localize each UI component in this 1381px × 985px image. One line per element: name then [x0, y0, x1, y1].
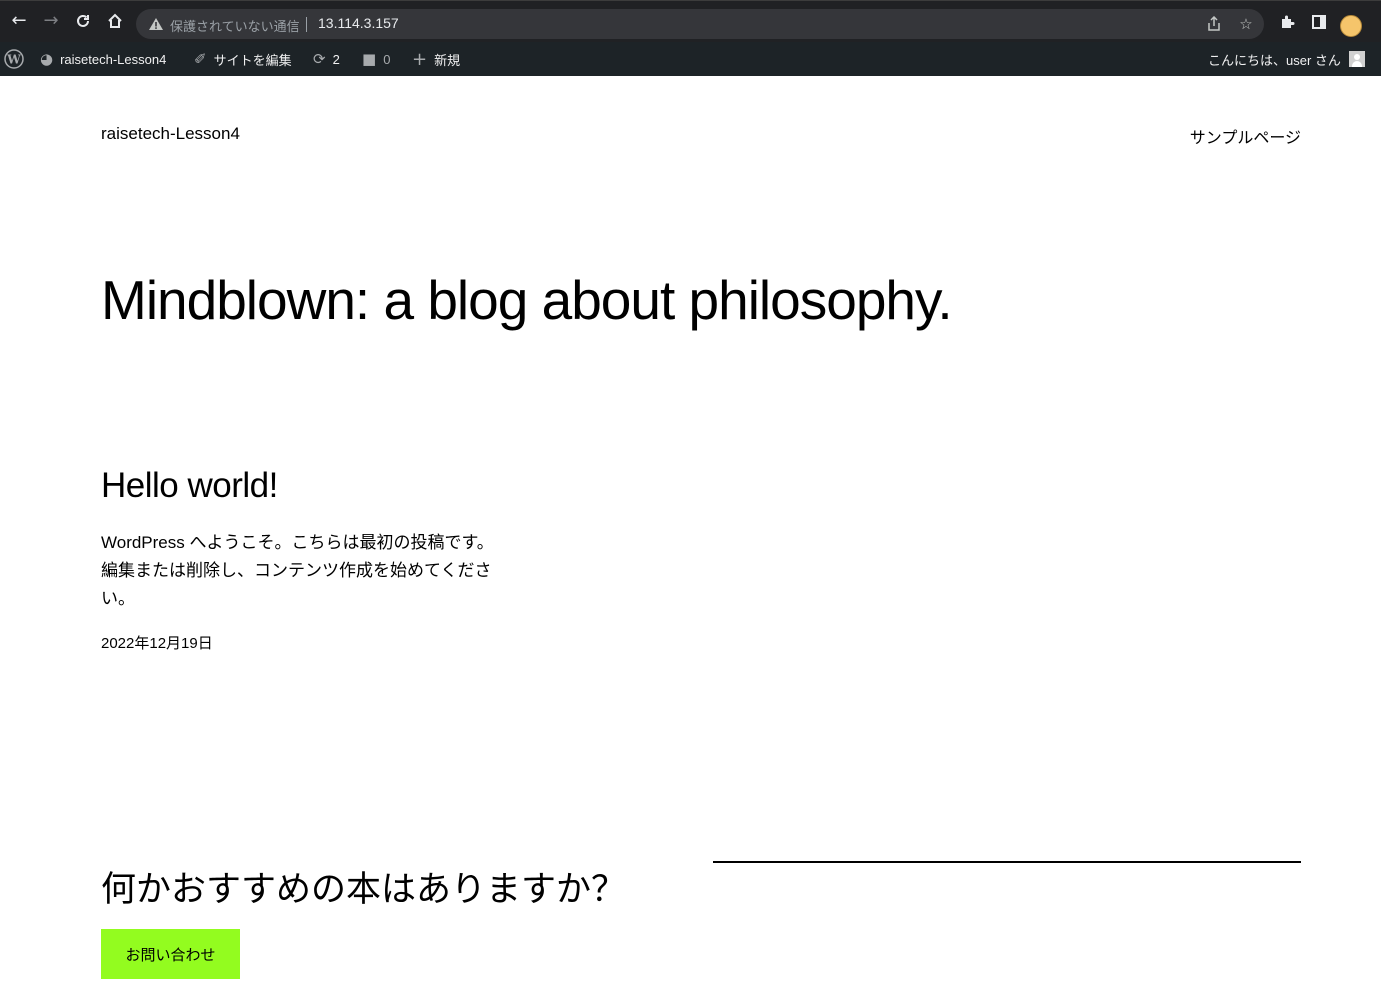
brush-icon: ✐ — [194, 50, 207, 68]
warning-icon[interactable] — [148, 16, 164, 32]
site-name-label: raisetech-Lesson4 — [60, 51, 167, 67]
contact-button-label: お問い合わせ — [125, 946, 216, 964]
admin-bar-site-name[interactable]: ◕ raisetech-Lesson4 — [40, 42, 166, 76]
nav-link-sample-page[interactable]: サンプルページ — [1190, 124, 1301, 148]
edit-site-label: サイトを編集 — [213, 52, 292, 68]
forward-arrow-icon[interactable]: → — [39, 9, 63, 33]
share-icon[interactable] — [1204, 14, 1224, 34]
wordpress-logo-icon[interactable]: W — [4, 42, 24, 76]
admin-bar-my-account[interactable]: こんにちは、user さん — [1208, 42, 1365, 76]
divider-line — [713, 861, 1301, 863]
admin-bar-edit-site[interactable]: ✐ サイトを編集 — [194, 42, 292, 76]
new-label: 新規 — [434, 52, 461, 68]
security-status-label[interactable]: 保護されていない通信 — [170, 16, 300, 35]
admin-bar-new[interactable]: + 新規 — [412, 42, 460, 76]
address-bar[interactable]: 保護されていない通信 13.114.3.157 ☆ — [136, 9, 1264, 39]
cta-heading: 何かおすすめの本はありますか？ — [101, 870, 627, 909]
side-panel-icon[interactable] — [1307, 10, 1331, 34]
reload-icon[interactable] — [71, 9, 95, 33]
contact-button[interactable]: お問い合わせ — [101, 929, 240, 979]
plus-icon: + — [412, 48, 428, 70]
comments-count: 0 — [383, 51, 391, 67]
post-title-link[interactable]: Hello world! — [101, 466, 278, 506]
browser-toolbar: ← → 保護されていない通信 13.114.3.157 ☆ — [0, 0, 1381, 42]
admin-bar-comments[interactable]: ■ 0 — [362, 42, 390, 76]
divider — [306, 17, 307, 32]
profile-avatar[interactable] — [1340, 15, 1362, 37]
greeting-label: こんにちは、user さん — [1208, 52, 1341, 68]
post-date: 2022年12月19日 — [101, 635, 213, 652]
user-avatar — [1348, 51, 1365, 67]
updates-icon: ⟳ — [313, 50, 326, 68]
post-excerpt: WordPress へようこそ。こちらは最初の投稿です。編集または削除し、コンテ… — [101, 533, 494, 608]
admin-bar-updates[interactable]: ⟳ 2 — [313, 42, 340, 76]
wp-admin-bar: W ◕ raisetech-Lesson4 ✐ サイトを編集 ⟳ 2 ■ 0 +… — [0, 42, 1381, 76]
svg-text:W: W — [6, 53, 21, 67]
extensions-icon[interactable] — [1275, 10, 1299, 34]
site-title[interactable]: raisetech-Lesson4 — [101, 124, 240, 144]
back-arrow-icon[interactable]: ← — [7, 9, 31, 33]
comment-icon: ■ — [362, 50, 377, 68]
home-icon[interactable] — [103, 9, 127, 33]
bookmark-star-icon[interactable]: ☆ — [1236, 14, 1256, 34]
page-tagline: Mindblown: a blog about philosophy. — [101, 269, 953, 331]
dashboard-icon: ◕ — [40, 50, 54, 68]
url-text[interactable]: 13.114.3.157 — [318, 15, 399, 31]
updates-count: 2 — [332, 51, 340, 67]
